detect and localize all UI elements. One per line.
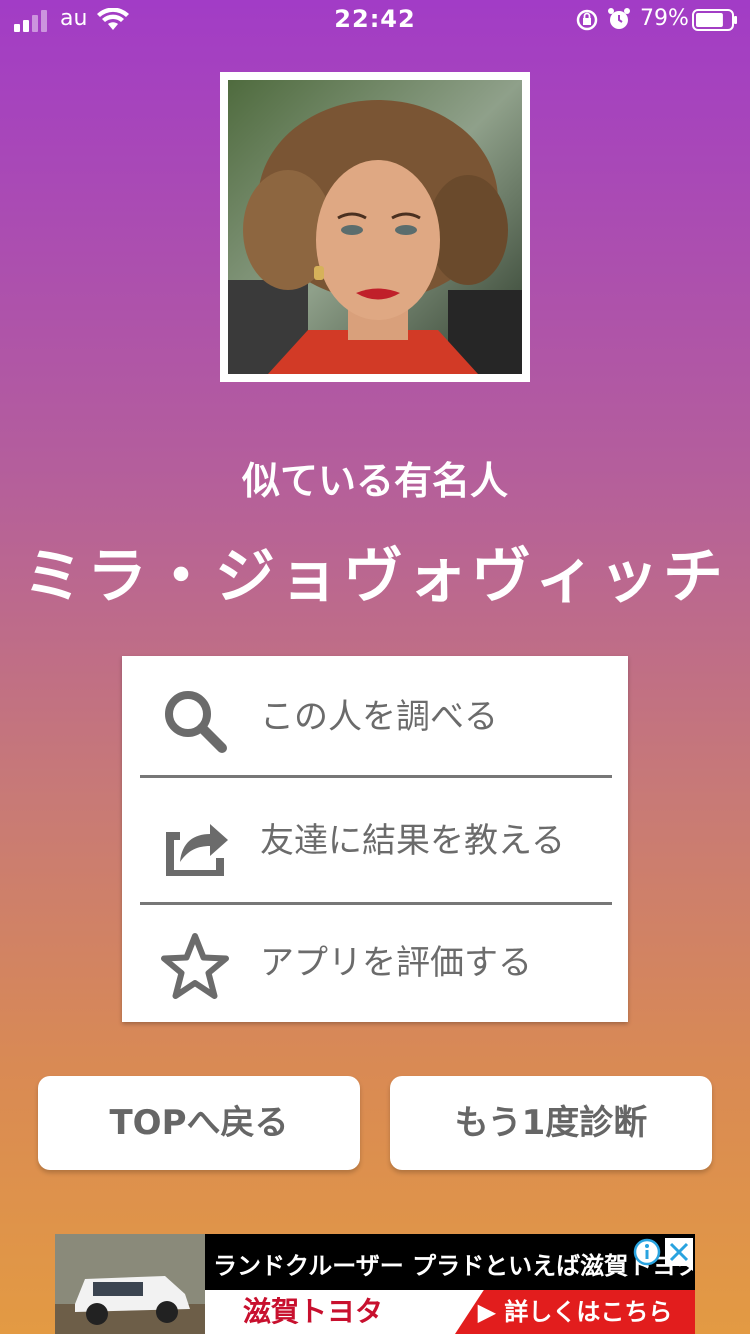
retry-diagnosis-button[interactable]: もう1度診断 — [390, 1076, 712, 1170]
alarm-icon — [608, 8, 630, 29]
share-result-label: 友達に結果を教える — [260, 821, 565, 861]
ad-cta-button[interactable]: ▶ 詳しくはこちら — [455, 1290, 695, 1334]
celebrity-photo — [228, 80, 522, 374]
battery-percent: 79% — [640, 6, 689, 31]
ad-close-icon[interactable] — [665, 1238, 693, 1266]
ad-info-icon[interactable] — [633, 1238, 661, 1266]
ad-banner[interactable]: ランドクルーザー プラドといえば滋賀トヨタ 滋賀トヨタ ▶ 詳しくはこちら — [55, 1234, 695, 1334]
celebrity-photo-frame — [220, 72, 530, 382]
rate-app-label: アプリを評価する — [260, 943, 532, 983]
celebrity-name: ミラ・ジョヴォヴィッチ — [23, 542, 727, 612]
search-icon — [165, 691, 227, 753]
status-bar: au 22:42 79% — [0, 0, 750, 40]
search-person-label: この人を調べる — [260, 697, 498, 737]
ad-car-image — [55, 1234, 205, 1334]
action-menu: この人を調べる 友達に結果を教える アプリを評価する — [122, 656, 628, 1022]
battery-icon — [692, 9, 737, 31]
rate-app-item[interactable]: アプリを評価する — [122, 902, 628, 1024]
rotation-lock-icon — [576, 9, 598, 31]
ad-headline: ランドクルーザー プラドといえば滋賀トヨタ — [213, 1252, 693, 1280]
ad-brand: 滋賀トヨタ — [243, 1295, 384, 1328]
search-person-item[interactable]: この人を調べる — [122, 656, 628, 778]
ad-bottom-bar: 滋賀トヨタ ▶ 詳しくはこちら — [205, 1290, 695, 1334]
star-icon — [161, 933, 229, 999]
share-result-item[interactable]: 友達に結果を教える — [122, 780, 628, 902]
result-subtitle: 似ている有名人 — [241, 459, 508, 503]
share-icon — [166, 824, 228, 876]
back-to-top-button[interactable]: TOPへ戻る — [38, 1076, 360, 1170]
menu-divider — [140, 775, 612, 778]
clock: 22:42 — [334, 5, 416, 33]
